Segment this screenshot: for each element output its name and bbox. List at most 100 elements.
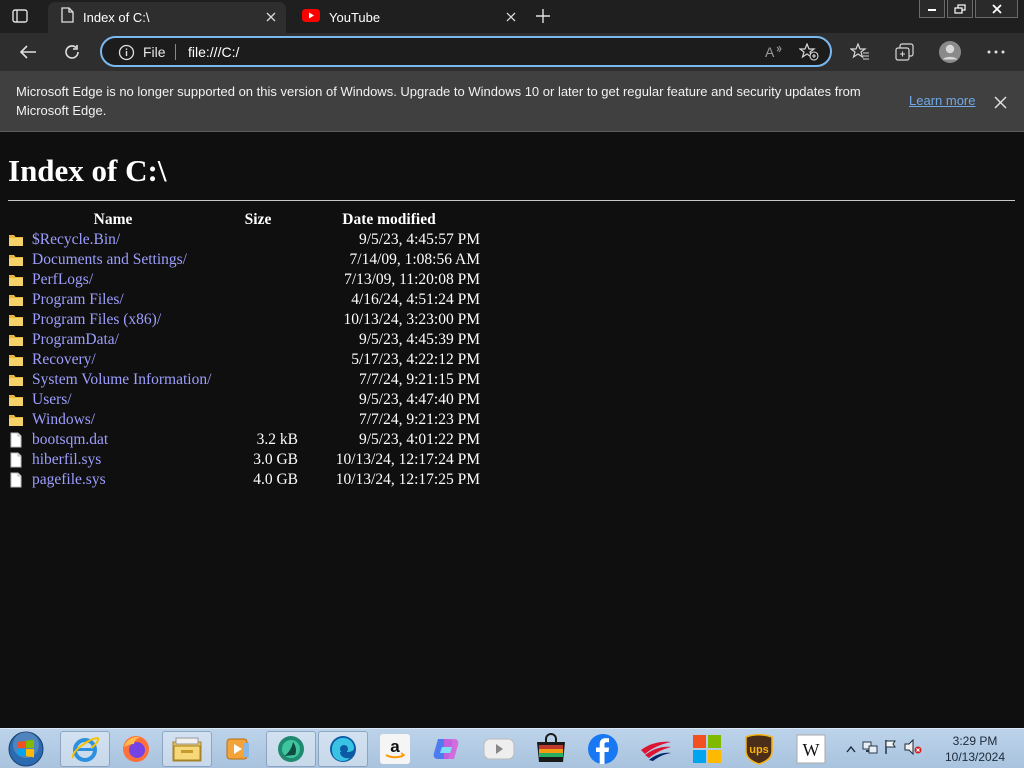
taskbar-bank[interactable] [631,731,681,767]
close-tab-icon[interactable] [504,10,518,24]
add-favorite-icon[interactable] [798,42,819,66]
entry-link[interactable]: PerfLogs/ [32,271,93,289]
entry-link[interactable]: Program Files (x86)/ [32,311,161,329]
file-explorer-icon [172,737,202,762]
more-options-icon [987,50,1005,54]
entry-date: 9/5/23, 4:45:39 PM [358,331,480,348]
infobar-message: Microsoft Edge is no longer supported on… [16,84,861,118]
taskbar-firefox[interactable] [111,731,161,767]
internet-explorer-icon [71,736,100,762]
taskbar-edge[interactable] [318,731,368,767]
header-row: Name Size Date modified [8,210,480,230]
column-header-date[interactable]: Date modified [298,210,480,230]
column-header-name[interactable]: Name [8,210,218,230]
infobar-close-button[interactable] [992,94,1008,110]
learn-more-link[interactable]: Learn more [909,93,975,108]
entry-link[interactable]: System Volume Information/ [32,371,211,389]
taskbar-youtube[interactable] [474,731,524,767]
table-row: bootsqm.dat 3.2 kB 9/5/23, 4:01:22 PM [8,430,480,450]
column-header-size[interactable]: Size [218,210,298,230]
entry-date: 9/5/23, 4:45:57 PM [358,231,480,248]
url-text[interactable]: file:///C:/ [188,44,239,60]
entry-date: 7/7/24, 9:21:15 PM [358,371,480,388]
taskbar-amazon[interactable]: a [370,731,420,767]
entry-link[interactable]: pagefile.sys [32,471,106,489]
entry-size [218,370,298,390]
amazon-icon: a [380,734,410,764]
entry-link[interactable]: bootsqm.dat [32,431,108,449]
entry-date: 4/16/24, 4:51:24 PM [351,291,480,308]
table-row: Users/9/5/23, 4:47:40 PM [8,390,480,410]
favorites-button[interactable] [848,40,872,64]
youtube-app-icon [483,738,515,760]
minimize-button[interactable] [919,0,945,18]
taskbar-store[interactable] [526,731,576,767]
page-content: Index of C:\ Name Size Date modified $Re… [0,132,1024,728]
clock-date: 10/13/2024 [944,750,1006,764]
entry-size: 4.0 GB [253,471,298,488]
network-icon[interactable] [862,739,878,760]
profile-button[interactable] [938,40,962,64]
taskbar-media-player[interactable] [213,731,263,767]
new-tab-button[interactable] [532,5,554,27]
collections-button[interactable] [893,40,917,64]
entry-link[interactable]: Documents and Settings/ [32,251,187,269]
entry-size [218,350,298,370]
wikipedia-icon: W [796,734,826,764]
refresh-button[interactable] [60,40,84,64]
table-row: PerfLogs/7/13/09, 11:20:08 PM [8,270,480,290]
entry-link[interactable]: Recovery/ [32,351,96,369]
entry-date: 7/14/09, 1:08:56 AM [349,251,480,268]
taskbar-app[interactable] [266,731,316,767]
volume-muted-icon[interactable] [904,738,922,760]
back-button[interactable] [16,40,40,64]
table-row: System Volume Information/7/7/24, 9:21:1… [8,370,480,390]
entry-link[interactable]: Program Files/ [32,291,124,309]
taskbar: a ups W 3:29 PM 10/13/2024 [0,728,1024,768]
restore-button[interactable] [947,0,973,18]
taskbar-internet-explorer[interactable] [60,731,110,767]
taskbar-ups[interactable]: ups [734,731,784,767]
favorites-icon [850,43,869,60]
close-tab-icon[interactable] [264,10,278,24]
edge-icon [330,736,356,762]
info-icon[interactable] [118,44,135,66]
entry-link[interactable]: Windows/ [32,411,95,429]
browser-toolbar: File file:///C:/ A [0,33,1024,71]
entry-size [218,270,298,290]
entry-date: 10/13/24, 12:17:25 PM [335,471,480,488]
action-center-flag-icon[interactable] [884,739,898,760]
entry-size [218,310,298,330]
tab-index-of-c[interactable]: Index of C:\ [48,2,286,33]
avatar-icon [939,41,961,63]
entry-link[interactable]: $Recycle.Bin/ [32,231,120,249]
entry-size [218,250,298,270]
entry-link[interactable]: ProgramData/ [32,331,119,349]
table-row: $Recycle.Bin/9/5/23, 4:45:57 PM [8,230,480,250]
start-button[interactable] [6,730,46,768]
read-aloud-icon[interactable]: A [764,43,784,66]
microsoft-icon [693,735,721,763]
tab-youtube[interactable]: YouTube [290,2,526,33]
taskbar-file-explorer[interactable] [162,731,212,767]
clock[interactable]: 3:29 PM 10/13/2024 [940,733,1010,765]
close-window-button[interactable] [975,0,1018,18]
youtube-icon [302,8,320,27]
address-bar[interactable]: File file:///C:/ A [100,36,832,67]
app-icon [278,736,304,762]
svg-text:A: A [765,44,775,60]
taskbar-copilot[interactable] [421,731,471,767]
copilot-icon [433,739,459,759]
clock-time: 3:29 PM [952,734,998,748]
site-info-label[interactable]: File [143,44,166,60]
entry-link[interactable]: hiberfil.sys [32,451,101,469]
tab-actions-icon[interactable] [10,7,30,25]
taskbar-microsoft[interactable] [682,731,732,767]
taskbar-facebook[interactable] [578,731,628,767]
entry-link[interactable]: Users/ [32,391,72,409]
settings-menu-button[interactable] [984,40,1008,64]
taskbar-wikipedia[interactable]: W [786,731,836,767]
file-icon [10,472,22,488]
entry-date: 10/13/24, 3:23:00 PM [343,311,480,328]
show-hidden-icons-icon[interactable] [846,740,856,758]
